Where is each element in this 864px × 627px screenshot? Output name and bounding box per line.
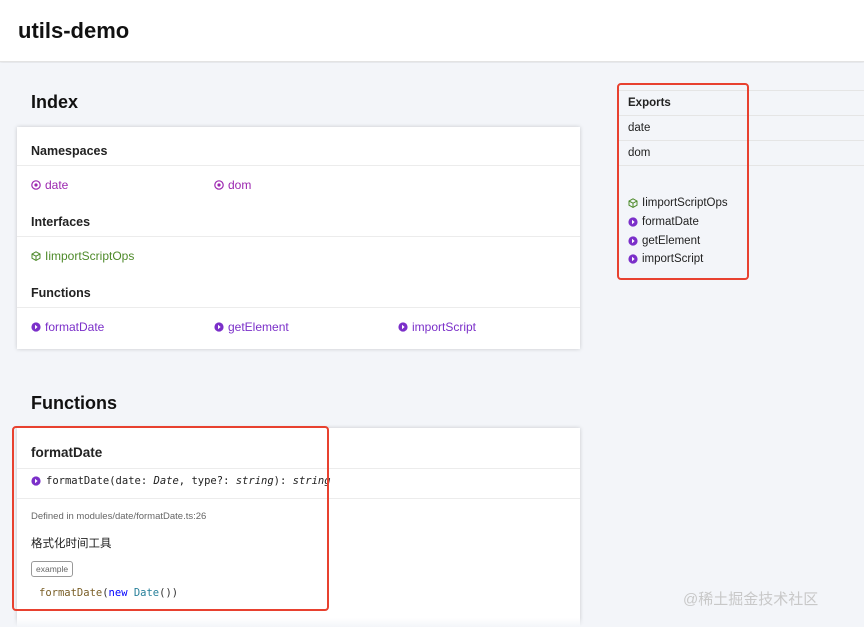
exports-module-dom[interactable]: dom bbox=[628, 147, 650, 159]
defined-in: Defined in modules/date/formatDate.ts:26 bbox=[31, 511, 207, 522]
sig-colon: : bbox=[140, 475, 154, 487]
sig-close: ): bbox=[273, 475, 293, 487]
function-link-label: formatDate bbox=[45, 320, 105, 334]
exports-link-label: importScript bbox=[642, 253, 704, 265]
function-icon bbox=[398, 322, 408, 332]
namespace-link-label: date bbox=[45, 178, 69, 192]
function-link-label: getElement bbox=[228, 320, 289, 334]
namespace-link-label: dom bbox=[228, 178, 252, 192]
interface-link-iimportscriptops[interactable]: IimportScriptOps bbox=[31, 249, 134, 263]
sig-comma: , bbox=[178, 475, 192, 487]
example-code: formatDate(new Date()) bbox=[39, 587, 178, 599]
function-detail-panel: formatDate formatDate(date: Date, type?:… bbox=[17, 428, 580, 627]
function-link-formatdate[interactable]: formatDate bbox=[31, 320, 104, 334]
function-icon bbox=[31, 476, 41, 486]
example-tag: example bbox=[31, 561, 74, 577]
exports-function-importscript[interactable]: importScript bbox=[628, 253, 703, 265]
function-icon bbox=[214, 322, 224, 332]
watermark: @稀土掘金技术社区 bbox=[683, 591, 819, 608]
function-icon bbox=[628, 254, 638, 264]
signature-text: formatDate(date: Date, type?: string): s… bbox=[46, 475, 331, 487]
bottom-fade bbox=[0, 618, 864, 627]
function-link-label: importScript bbox=[412, 320, 477, 334]
code-keyword: new bbox=[108, 587, 128, 599]
divider bbox=[17, 236, 580, 237]
function-description: 格式化时间工具 bbox=[31, 538, 112, 550]
divider bbox=[617, 90, 864, 91]
top-header: utils-demo bbox=[0, 0, 864, 62]
divider bbox=[617, 140, 864, 141]
function-signature: formatDate(date: Date, type?: string): s… bbox=[31, 475, 331, 487]
divider bbox=[17, 498, 580, 499]
interface-link-label: IimportScriptOps bbox=[45, 249, 135, 263]
namespaces-heading: Namespaces bbox=[31, 144, 108, 158]
sig-return-type: string bbox=[292, 475, 331, 487]
divider bbox=[17, 165, 580, 166]
sig-param-type: type bbox=[191, 475, 217, 487]
exports-link-label: formatDate bbox=[642, 216, 699, 228]
interface-icon bbox=[628, 198, 638, 208]
exports-link-label: getElement bbox=[642, 235, 701, 247]
namespace-link-date[interactable]: date bbox=[31, 178, 68, 192]
function-link-getelement[interactable]: getElement bbox=[214, 320, 289, 334]
exports-function-getelement[interactable]: getElement bbox=[628, 235, 700, 247]
divider bbox=[17, 468, 580, 469]
divider bbox=[17, 307, 580, 308]
exports-link-label: IimportScriptOps bbox=[642, 197, 728, 209]
function-icon bbox=[628, 217, 638, 227]
index-heading: Index bbox=[31, 92, 79, 112]
namespace-icon bbox=[31, 180, 41, 190]
function-title: formatDate bbox=[31, 445, 103, 460]
functions-heading: Functions bbox=[31, 286, 91, 300]
site-title[interactable]: utils-demo bbox=[18, 18, 129, 44]
interfaces-heading: Interfaces bbox=[31, 215, 91, 229]
exports-heading: Exports bbox=[628, 97, 671, 109]
code-class: Date bbox=[133, 587, 160, 599]
function-icon bbox=[628, 236, 638, 246]
exports-function-formatdate[interactable]: formatDate bbox=[628, 216, 699, 228]
divider bbox=[617, 165, 864, 166]
index-panel: Namespaces date dom Interfaces IimportSc… bbox=[17, 127, 580, 349]
sig-name: formatDate bbox=[46, 475, 110, 487]
functions-section-heading: Functions bbox=[31, 393, 117, 413]
function-link-importscript[interactable]: importScript bbox=[398, 320, 476, 334]
sig-colon: : bbox=[223, 475, 236, 487]
sig-type-string: string bbox=[235, 475, 274, 487]
exports-interface-iimportscriptops[interactable]: IimportScriptOps bbox=[628, 197, 728, 209]
code-fn: formatDate bbox=[39, 587, 103, 599]
sig-type-date: Date bbox=[153, 475, 179, 487]
exports-module-date[interactable]: date bbox=[628, 122, 650, 134]
code-close: ()) bbox=[159, 587, 179, 599]
function-icon bbox=[31, 322, 41, 332]
interface-icon bbox=[31, 251, 41, 261]
namespace-link-dom[interactable]: dom bbox=[214, 178, 251, 192]
divider bbox=[617, 115, 864, 116]
sig-param-date: date bbox=[115, 475, 141, 487]
namespace-icon bbox=[214, 180, 224, 190]
